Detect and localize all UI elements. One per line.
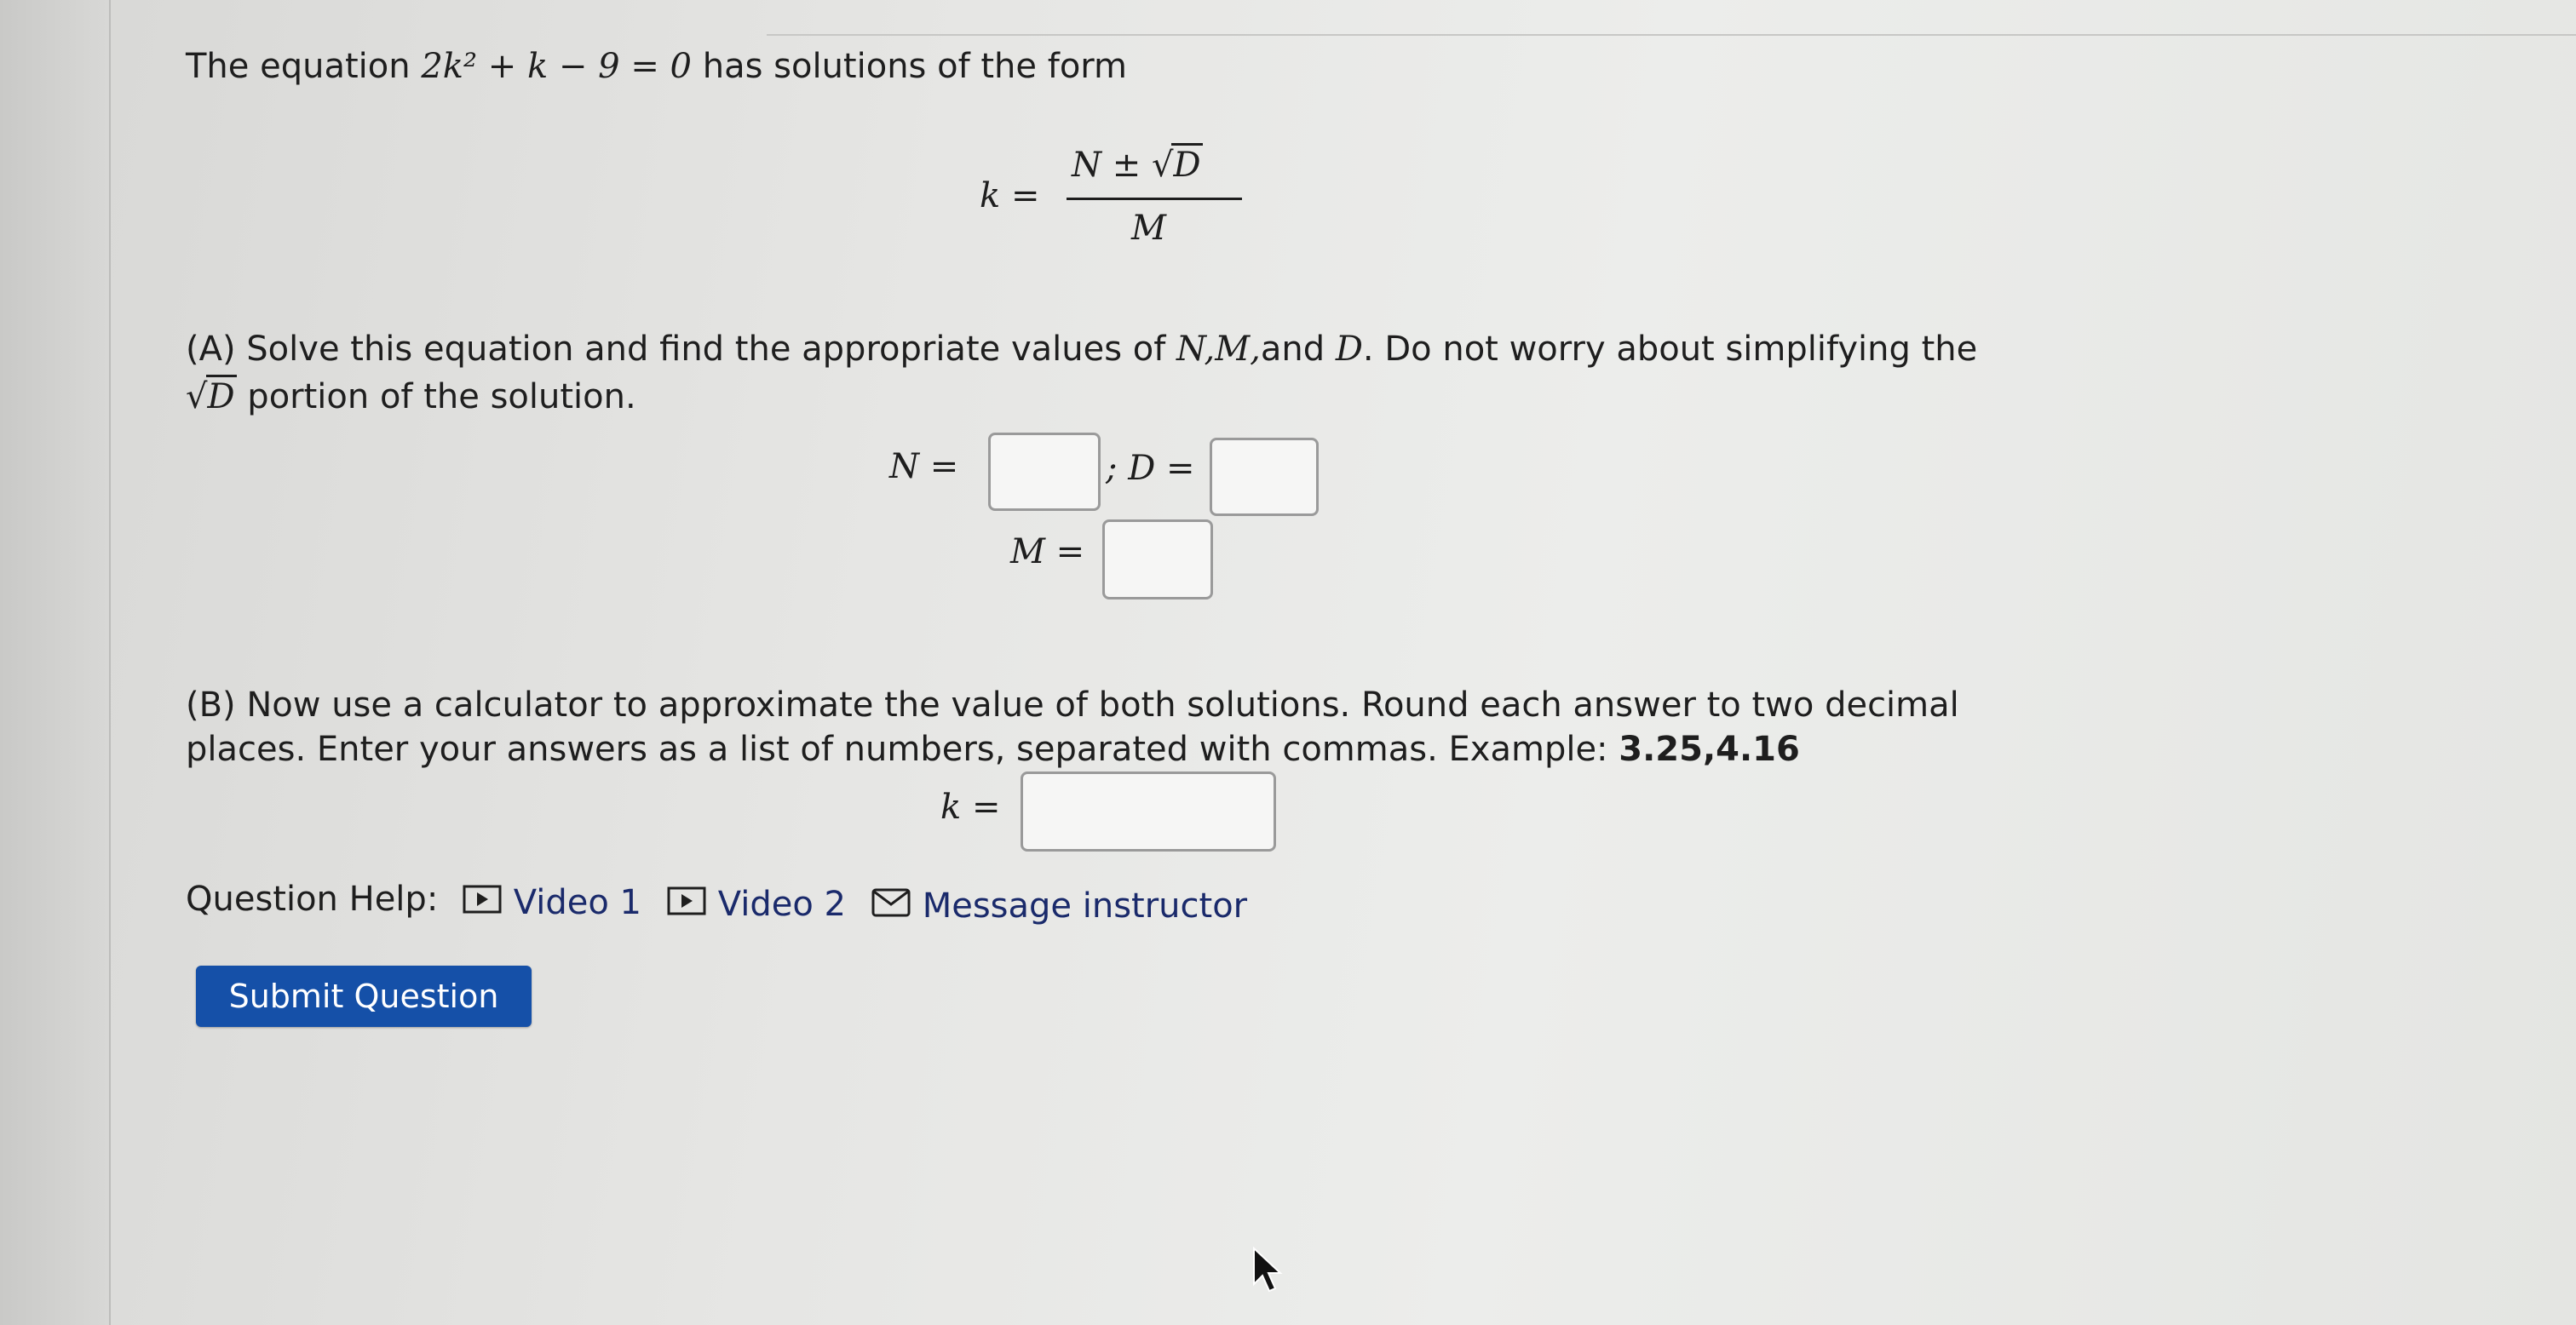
fraction-bar — [1067, 198, 1242, 200]
part-a-text-start: (A) Solve this equation and find the app… — [186, 330, 1166, 369]
n-label: N = — [889, 447, 959, 486]
video-2-link[interactable]: Video 2 — [666, 882, 846, 929]
part-a-line2-rest: portion of the solution. — [247, 377, 636, 416]
k-input[interactable] — [1021, 771, 1276, 852]
formula-lhs: k = — [980, 176, 1040, 215]
question-help-label: Question Help: — [186, 880, 439, 919]
part-a-vars: N,M, — [1176, 330, 1261, 369]
message-instructor-label: Message instructor — [922, 886, 1248, 926]
submit-question-button[interactable]: Submit Question — [196, 966, 532, 1027]
message-instructor-link[interactable]: Message instructor — [871, 884, 1247, 931]
formula-numerator: N ± √D — [1072, 143, 1203, 187]
sqrt-symbol: √D — [1152, 143, 1203, 187]
formula-denominator: M — [1131, 209, 1166, 248]
intro-prefix: The equation — [186, 47, 411, 86]
n-input[interactable] — [988, 433, 1101, 511]
video-icon — [462, 882, 503, 927]
formula-numerator-d: D — [1171, 143, 1203, 185]
page: The equation 2k² + k − 9 = 0 has solutio… — [0, 0, 2576, 1325]
part-a-text-end: . Do not worry about simplifying the — [1362, 330, 1978, 369]
part-a-line2: √D portion of the solution. — [186, 375, 636, 419]
formula-numerator-n: N ± — [1072, 146, 1141, 185]
video-icon — [666, 884, 707, 929]
left-margin — [0, 0, 111, 1325]
video-1-link[interactable]: Video 1 — [462, 880, 641, 927]
sqrt-d: √D — [186, 375, 237, 419]
d-label: ; D = — [1106, 449, 1195, 488]
mouse-pointer-icon — [1252, 1246, 1283, 1296]
top-divider — [767, 34, 2576, 36]
d-input[interactable] — [1210, 438, 1319, 516]
part-a-var-d: D — [1335, 330, 1363, 369]
m-label: M = — [1010, 532, 1085, 571]
intro-equation: 2k² + k − 9 = 0 — [421, 47, 693, 86]
m-input[interactable] — [1102, 519, 1213, 599]
part-a-and: and — [1260, 330, 1325, 369]
part-b-line2: places. Enter your answers as a list of … — [186, 727, 1800, 771]
k-label: k = — [940, 788, 1001, 827]
sqrt-d-radicand: D — [205, 375, 237, 416]
part-b-example: 3.25,4.16 — [1619, 730, 1800, 769]
intro-suffix: has solutions of the form — [702, 47, 1127, 86]
envelope-icon — [871, 886, 911, 931]
video-1-label: Video 1 — [513, 883, 641, 922]
part-b-line1: (B) Now use a calculator to approximate … — [186, 685, 1959, 725]
video-2-label: Video 2 — [717, 885, 846, 924]
part-a-line1: (A) Solve this equation and find the app… — [186, 327, 1977, 371]
question-intro: The equation 2k² + k − 9 = 0 has solutio… — [186, 44, 1127, 89]
part-b-line2-text: places. Enter your answers as a list of … — [186, 730, 1608, 769]
